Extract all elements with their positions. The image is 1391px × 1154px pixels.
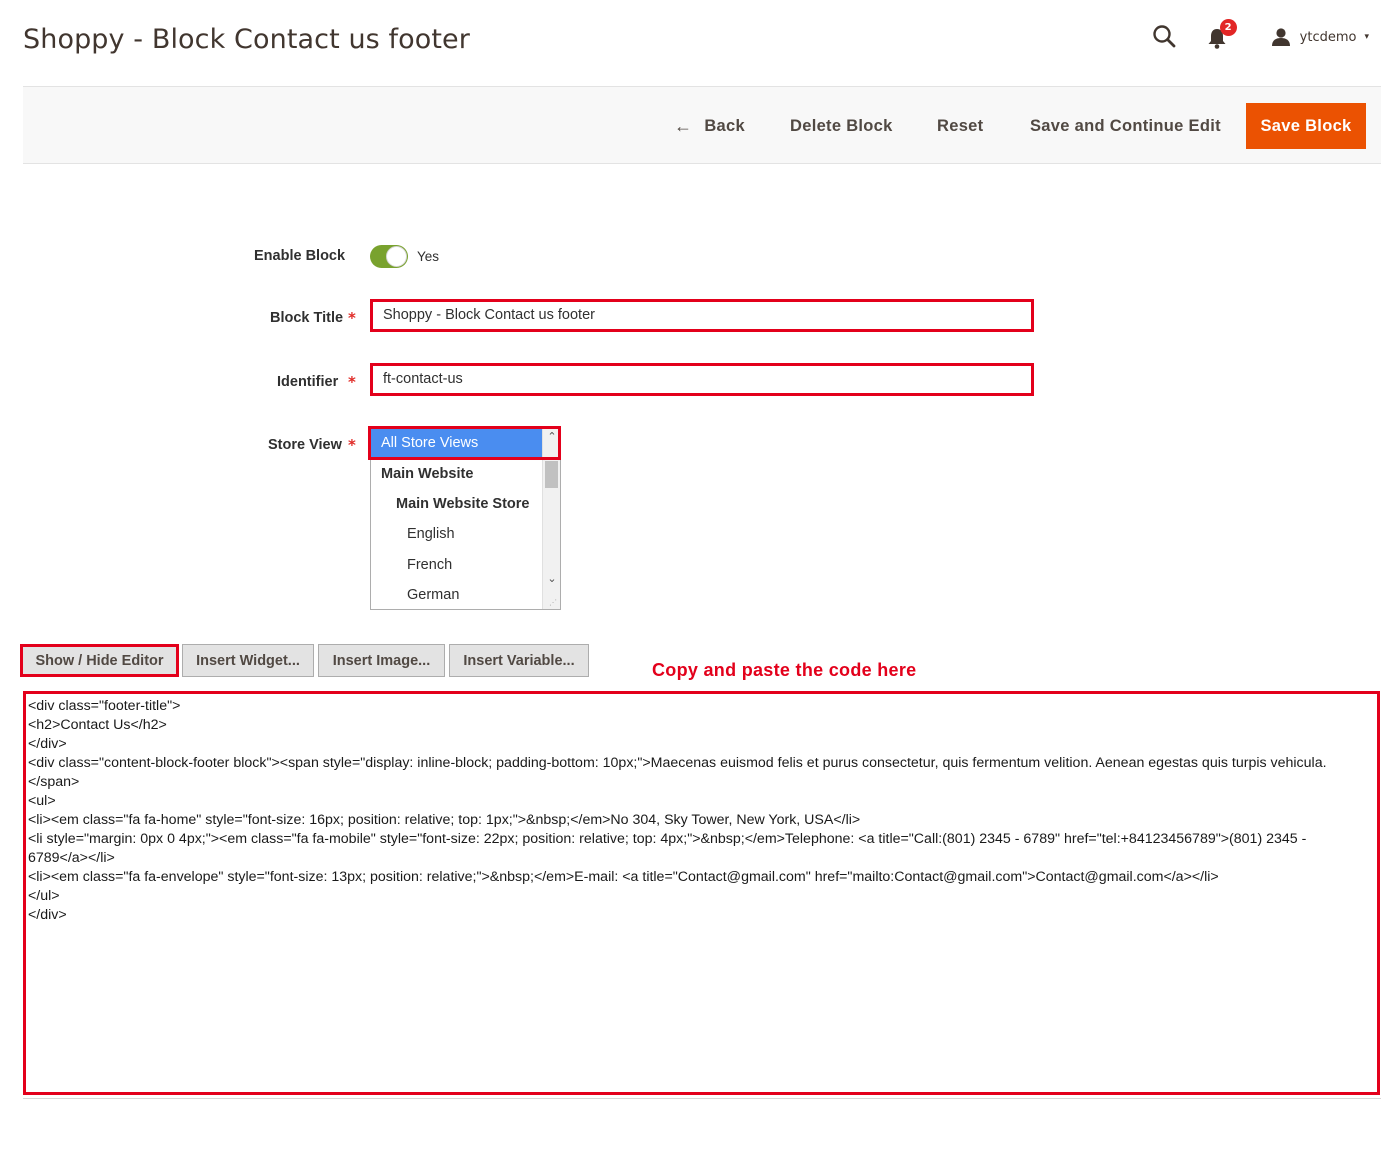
page-actions-toolbar: ← Back Delete Block Reset Save and Conti… (23, 86, 1381, 164)
header-actions: 2 ytcdemo ▾ (1151, 19, 1369, 52)
username-label: ytcdemo (1299, 29, 1357, 45)
divider (23, 1098, 1381, 1099)
required-marker: * (348, 309, 356, 327)
notifications-bell-icon[interactable]: 2 (1207, 19, 1237, 50)
enable-block-value: Yes (417, 249, 440, 264)
delete-block-button[interactable]: Delete Block (790, 103, 893, 149)
scroll-down-icon[interactable]: ⌄ (543, 572, 560, 585)
save-and-continue-button[interactable]: Save and Continue Edit (1030, 103, 1221, 149)
store-option-german[interactable]: German (407, 580, 459, 609)
store-option-main-website[interactable]: Main Website (381, 459, 473, 489)
store-view-label: Store View (268, 437, 342, 453)
show-hide-editor-button[interactable]: Show / Hide Editor (20, 644, 179, 677)
content-textarea[interactable]: <div class="footer-title"> <h2>Contact U… (23, 691, 1380, 1095)
required-marker: * (348, 436, 356, 454)
block-title-label: Block Title (270, 310, 344, 326)
search-icon[interactable] (1151, 23, 1179, 51)
identifier-label: Identifier (277, 374, 339, 390)
back-button-label: Back (704, 116, 745, 135)
user-icon (1271, 27, 1291, 47)
instruction-annotation: Copy and paste the code here (652, 660, 917, 680)
arrow-left-icon: ← (674, 115, 693, 136)
store-option-main-website-store[interactable]: Main Website Store (396, 489, 529, 519)
store-option-english[interactable]: English (407, 519, 455, 549)
user-menu[interactable]: ytcdemo ▾ (1271, 27, 1369, 47)
block-title-input[interactable]: Shoppy - Block Contact us footer (370, 299, 1034, 332)
scrollbar-thumb[interactable] (545, 461, 558, 488)
required-marker: * (348, 373, 356, 391)
save-block-button[interactable]: Save Block (1246, 103, 1366, 149)
store-option-french[interactable]: French (407, 550, 452, 580)
toggle-knob (386, 246, 407, 267)
resize-grip-icon[interactable]: ⋰ (549, 598, 557, 607)
insert-widget-button[interactable]: Insert Widget... (182, 644, 314, 677)
enable-block-toggle[interactable] (370, 245, 408, 268)
page-title: Shoppy - Block Contact us footer (23, 24, 470, 55)
chevron-down-icon: ▾ (1364, 32, 1369, 42)
store-view-highlight (368, 426, 561, 460)
reset-button[interactable]: Reset (937, 103, 983, 149)
insert-variable-button[interactable]: Insert Variable... (449, 644, 589, 677)
notification-count-badge: 2 (1219, 19, 1237, 36)
insert-image-button[interactable]: Insert Image... (318, 644, 445, 677)
back-button[interactable]: ← Back (674, 103, 745, 149)
identifier-input[interactable]: ft-contact-us (370, 363, 1034, 396)
enable-block-label: Enable Block (254, 248, 346, 264)
